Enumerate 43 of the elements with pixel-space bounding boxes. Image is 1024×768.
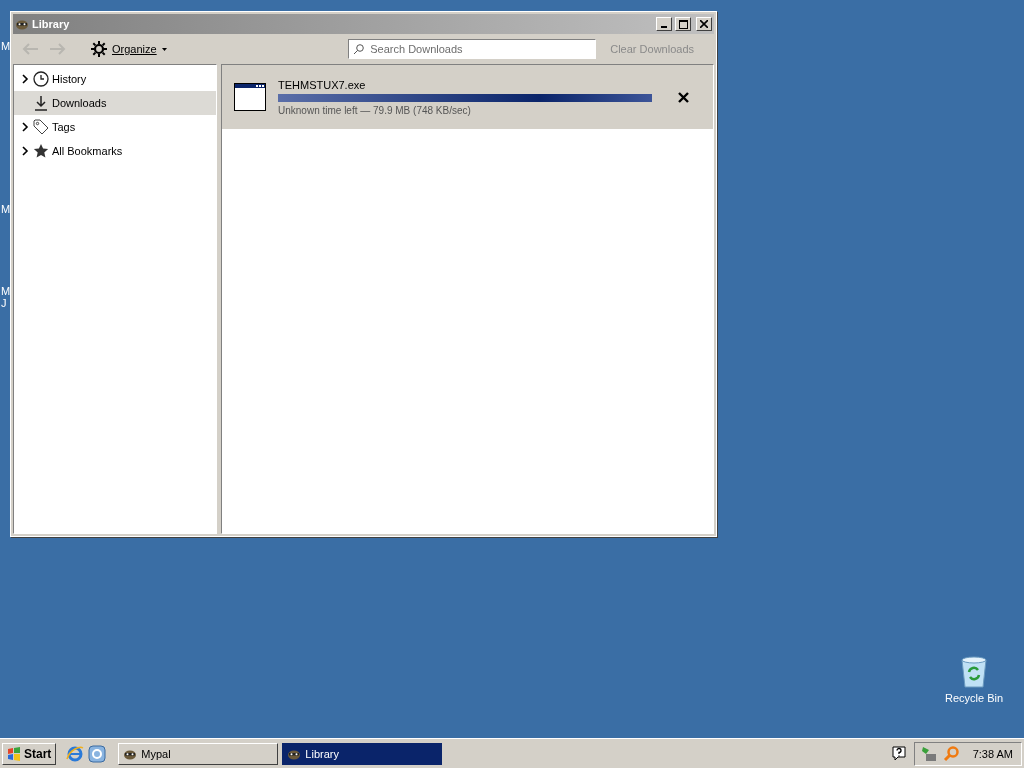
sidebar-item[interactable]: Downloads <box>14 91 216 115</box>
maximize-button[interactable] <box>675 17 691 31</box>
download-status: Unknown time left — 79.9 MB (748 KB/sec) <box>278 104 472 116</box>
cancel-icon[interactable] <box>678 91 689 103</box>
star-icon <box>33 143 49 159</box>
network-icon[interactable] <box>920 745 937 762</box>
close-icon <box>700 20 708 28</box>
desktop-icon-label: M <box>1 285 11 297</box>
settings-icon <box>91 41 107 57</box>
mail-icon[interactable] <box>88 744 107 763</box>
file-name: TEHMSTUX7.exe <box>278 78 367 91</box>
application-window-icon <box>234 83 266 111</box>
desktop-icon-label: J <box>1 297 7 309</box>
download-icon <box>33 95 49 111</box>
search-icon <box>353 43 365 55</box>
download-item[interactable]: TEHMSTUX7.exe Unknown time left — 79.9 MB (748 KB/sec) <box>222 65 713 129</box>
sidebar-item[interactable]: Tags <box>14 115 216 139</box>
organize-button[interactable]: Organize <box>85 40 173 58</box>
chevron-icon[interactable] <box>20 146 30 156</box>
clock: 7:38 AM <box>972 747 1013 760</box>
desktop-icon-label: M <box>1 203 11 215</box>
window-title: Library <box>32 18 71 30</box>
chevron-icon[interactable] <box>20 74 30 84</box>
sidebar-item[interactable]: All Bookmarks <box>14 139 216 163</box>
search-field[interactable]: Search Downloads <box>348 39 597 59</box>
chevron-icon[interactable] <box>20 122 30 132</box>
minimize-button[interactable] <box>656 17 672 31</box>
start-button[interactable]: Start <box>2 742 57 765</box>
clock-icon <box>33 71 49 87</box>
close-button[interactable] <box>696 17 712 31</box>
app-icon <box>15 18 29 30</box>
browser-icon[interactable] <box>66 744 85 763</box>
maximize-icon <box>678 19 688 29</box>
desktop-icon-label: Recycle Bin <box>944 692 1004 704</box>
desktop-icon-label: M <box>1 40 11 52</box>
taskbar-button[interactable]: Mypal <box>118 742 279 765</box>
sidebar-item[interactable]: History <box>14 67 216 91</box>
tag-icon <box>33 119 49 135</box>
recycle-bin-icon[interactable] <box>959 656 989 688</box>
caret-icon <box>161 47 167 51</box>
help-icon[interactable] <box>891 746 906 761</box>
taskbar-button[interactable]: Library <box>282 742 443 765</box>
windows-logo-icon <box>7 746 21 761</box>
